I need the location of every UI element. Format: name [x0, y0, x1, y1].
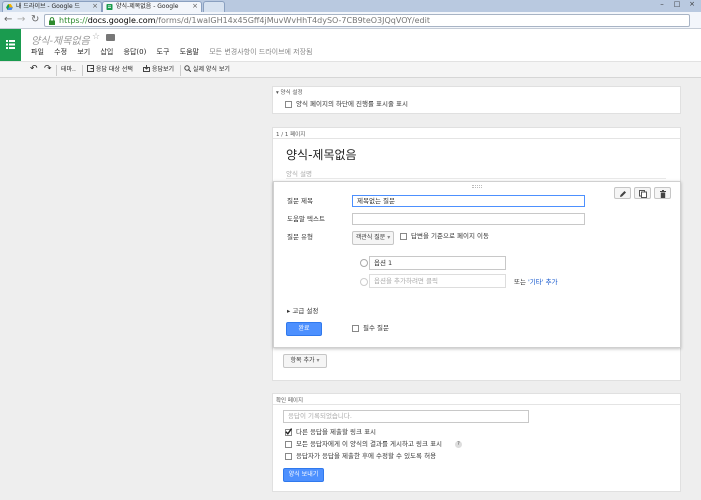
menu-bar: 파일 수정 보기 삽입 응답(0) 도구 도움말 모든 변경사항이 드라이브에 … — [31, 47, 321, 57]
progress-bar-label: 양식 페이지의 하단에 진행률 표시줄 표시 — [296, 100, 408, 108]
tab-title: 내 드라이브 - Google 드 — [16, 3, 81, 10]
browser-tab-form[interactable]: 양식-제목없음 - Google × — [102, 1, 202, 12]
save-status: 모든 변경사항이 드라이브에 저장됨 — [209, 48, 313, 56]
advanced-settings-toggle[interactable]: ▸ 고급 설정 — [287, 307, 318, 315]
url-text: https://docs.google.com/forms/d/1waIGH14… — [59, 16, 430, 25]
confirmation-header: 확인 페이지 — [276, 398, 304, 404]
view-live-form-button[interactable]: 실제 양식 보기 — [184, 65, 230, 75]
redo-icon[interactable]: ↷ — [44, 65, 52, 75]
forward-icon[interactable]: → — [17, 14, 25, 26]
confirmation-message-input[interactable]: 응답이 기록되었습니다. — [283, 410, 529, 423]
option-1-input[interactable]: 옵션 1 — [369, 256, 506, 270]
minimize-icon[interactable]: – — [655, 0, 669, 8]
view-responses-button[interactable]: 응답보기 — [143, 65, 174, 75]
forms-favicon-icon — [106, 4, 113, 10]
option-radio-icon — [360, 259, 368, 267]
toolbar-divider — [180, 65, 181, 76]
lock-icon — [49, 17, 55, 25]
allow-edit-checkbox[interactable] — [285, 453, 292, 460]
form-title[interactable]: 양식-제목없음 — [286, 146, 357, 163]
undo-icon[interactable]: ↶ — [30, 65, 38, 75]
tab-close-icon[interactable]: × — [92, 2, 98, 11]
header-divider — [273, 138, 680, 139]
menu-responses[interactable]: 응답(0) — [124, 47, 147, 57]
option-radio-icon — [360, 278, 368, 286]
form-description[interactable]: 양식 설명 — [286, 168, 312, 178]
menu-help[interactable]: 도움말 — [180, 47, 199, 57]
form-settings-card: ▾ 양식 설정 양식 페이지의 하단에 진행률 표시줄 표시 — [272, 86, 681, 114]
chevron-down-icon: ▾ — [316, 357, 320, 364]
or-text: 또는 — [514, 278, 526, 286]
copy-icon — [639, 190, 647, 198]
pencil-icon — [620, 191, 626, 197]
reload-icon[interactable]: ↻ — [31, 14, 39, 26]
progress-bar-checkbox[interactable] — [285, 101, 292, 108]
chevron-down-icon: ▾ — [387, 234, 391, 241]
destination-icon — [87, 65, 94, 72]
edit-button[interactable] — [614, 187, 631, 199]
window-close-icon[interactable]: × — [685, 0, 699, 8]
duplicate-button[interactable] — [634, 187, 651, 199]
new-tab-button[interactable] — [203, 1, 225, 12]
allow-edit-label: 응답자가 응답을 제출한 후에 수정할 수 있도록 허용 — [296, 452, 437, 460]
link-another-checkbox[interactable] — [285, 428, 292, 436]
drag-handle[interactable] — [472, 185, 482, 188]
address-toolbar: ← → ↻ https://docs.google.com/forms/d/1w… — [0, 12, 701, 29]
forms-home-button[interactable] — [0, 29, 21, 61]
tab-close-icon[interactable]: × — [192, 2, 198, 11]
trash-icon — [660, 190, 666, 198]
required-label: 필수 질문 — [363, 324, 389, 332]
browser-tab-drive[interactable]: 내 드라이브 - Google 드 × — [2, 1, 102, 12]
magnifier-icon — [184, 65, 192, 73]
responses-icon — [143, 65, 150, 72]
confirmation-card: 확인 페이지 응답이 기록되었습니다. 다른 응답을 제출할 링크 표시 모든 … — [272, 393, 681, 492]
form-settings-header[interactable]: ▾ 양식 설정 — [276, 88, 303, 96]
star-icon[interactable]: ☆ — [92, 32, 100, 42]
menu-file[interactable]: 파일 — [31, 47, 44, 57]
menu-insert[interactable]: 삽입 — [100, 47, 113, 57]
question-type-label: 질문 유형 — [287, 233, 313, 241]
back-icon[interactable]: ← — [4, 14, 12, 26]
folder-icon[interactable] — [106, 34, 115, 41]
send-form-button[interactable]: 양식 보내기 — [283, 468, 324, 482]
page-label: 1 / 1 페이지 — [276, 132, 306, 138]
results-link-label: 모든 응답자에게 이 양식의 결과를 게시하고 링크 표시 — [296, 440, 443, 448]
theme-button[interactable]: 테마.. — [61, 65, 76, 75]
add-item-button[interactable]: 항목 추가 ▾ — [283, 354, 327, 368]
link-another-label: 다른 응답을 제출할 링크 표시 — [296, 428, 377, 436]
done-button[interactable]: 완료 — [286, 322, 322, 336]
question-type-select[interactable]: 객관식 질문 ▾ — [352, 231, 394, 245]
toolbar: ↶ ↷ 테마.. 응답 대상 선택 응답보기 실제 양식 보기 — [0, 61, 701, 78]
required-checkbox[interactable] — [352, 325, 359, 332]
document-title[interactable]: 양식-제목없음 — [31, 32, 90, 47]
toolbar-divider — [56, 65, 57, 76]
help-text-label: 도움말 텍스트 — [287, 215, 325, 223]
header-divider — [273, 404, 680, 405]
help-text-input[interactable] — [352, 213, 585, 225]
page-by-answer-checkbox[interactable] — [400, 233, 407, 240]
add-option-input[interactable]: 옵션을 추가하려면 클릭 — [369, 274, 506, 288]
description-underline — [286, 178, 666, 179]
menu-tools[interactable]: 도구 — [157, 47, 170, 57]
tab-title: 양식-제목없음 - Google — [116, 3, 179, 10]
browser-tab-bar: 내 드라이브 - Google 드 × 양식-제목없음 - Google × –… — [0, 0, 701, 12]
question-title-input[interactable]: 제목없는 질문 — [352, 195, 585, 207]
menu-edit[interactable]: 수정 — [54, 47, 67, 57]
url-bar[interactable]: https://docs.google.com/forms/d/1waIGH14… — [44, 14, 690, 27]
results-link-checkbox[interactable] — [285, 441, 292, 448]
delete-button[interactable] — [654, 187, 671, 199]
forms-logo-icon — [6, 40, 15, 49]
page-by-answer-label: 답변을 기준으로 페이지 이동 — [411, 232, 489, 240]
add-other-link[interactable]: '기타' 추가 — [528, 278, 558, 286]
question-title-label: 질문 제목 — [287, 197, 313, 205]
menu-view[interactable]: 보기 — [77, 47, 90, 57]
checkmark-icon — [285, 428, 292, 435]
drive-favicon-icon — [6, 4, 13, 10]
response-destination-button[interactable]: 응답 대상 선택 — [87, 65, 133, 75]
toolbar-divider — [82, 65, 83, 76]
maximize-icon[interactable]: □ — [670, 0, 684, 8]
question-editor[interactable]: 질문 제목 제목없는 질문 도움말 텍스트 질문 유형 객관식 질문 ▾ 답변을… — [273, 181, 681, 348]
app-header: 양식-제목없음 ☆ 파일 수정 보기 삽입 응답(0) 도구 도움말 모든 변경… — [0, 29, 701, 61]
help-icon[interactable]: ? — [455, 441, 462, 448]
